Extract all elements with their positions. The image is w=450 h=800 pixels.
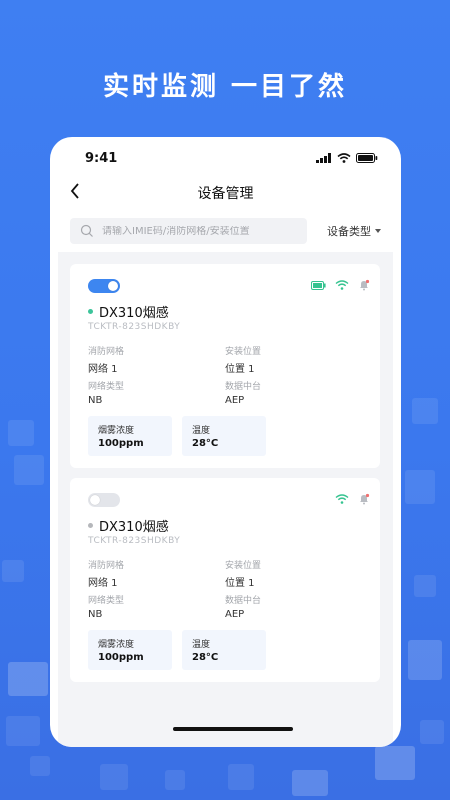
- background-tile: [6, 716, 40, 746]
- field-value-network-type: NB: [88, 395, 103, 406]
- search-input[interactable]: [102, 225, 302, 237]
- offline-status-dot: [88, 523, 93, 528]
- device-enable-toggle[interactable]: [88, 279, 120, 293]
- field-label-fire-grid: 消防网格: [88, 347, 125, 357]
- field-label-network-type: 网络类型: [88, 596, 125, 606]
- field-value-install-location: 位置 1: [225, 578, 255, 589]
- battery-status-icon: [356, 153, 378, 163]
- headline: 实时监测 一目了然: [102, 72, 348, 102]
- metric-smoke-concentration: 烟雾浓度 100ppm: [88, 416, 172, 456]
- field-label-fire-grid: 消防网格: [88, 561, 125, 571]
- metric-temperature: 温度 28°C: [182, 630, 266, 670]
- field-value-data-platform: AEP: [225, 395, 245, 406]
- device-list: DX310烟感 TCKTR-823SHDKBY 消防网格 网络 1 安装位置 位…: [58, 252, 393, 747]
- alarm-bell-icon: [360, 279, 370, 291]
- device-type-filter-label: 设备类型: [327, 225, 371, 238]
- wifi-icon: [335, 494, 349, 504]
- device-code: TCKTR-823SHDKBY: [88, 322, 181, 332]
- caret-down-icon: [375, 229, 381, 233]
- device-name-text: DX310烟感: [99, 306, 169, 321]
- device-enable-toggle[interactable]: [88, 493, 120, 507]
- background-tile: [405, 470, 435, 504]
- background-tile: [2, 560, 24, 582]
- field-value-network-type: NB: [88, 609, 103, 620]
- metric-value: 28°C: [192, 438, 219, 449]
- toggle-knob: [108, 281, 118, 291]
- background-tile: [375, 746, 415, 780]
- status-bar: 9:41: [50, 151, 401, 171]
- metric-label: 烟雾浓度: [98, 426, 135, 436]
- background-tile: [292, 770, 328, 796]
- background-tile: [408, 640, 442, 680]
- battery-icon: [311, 280, 326, 290]
- metric-label: 温度: [192, 426, 211, 436]
- background-tile: [14, 455, 44, 485]
- metric-value: 28°C: [192, 652, 219, 663]
- device-name: DX310烟感: [88, 516, 169, 535]
- field-value-fire-grid: 网络 1: [88, 364, 118, 375]
- background-tile: [30, 756, 50, 776]
- background-tile: [414, 575, 436, 597]
- metric-smoke-concentration: 烟雾浓度 100ppm: [88, 630, 172, 670]
- field-label-data-platform: 数据中台: [225, 382, 262, 392]
- background-tile: [412, 398, 438, 424]
- field-label-install-location: 安装位置: [225, 347, 262, 357]
- nav-bar: 设备管理: [50, 179, 401, 205]
- phone-screen: 9:41 设备管理 请输入IMIE码/消防网格/安装位置 设备类型 DX310烟…: [50, 137, 401, 747]
- search-row: 设备类型: [70, 218, 381, 244]
- device-name-text: DX310烟感: [99, 520, 169, 535]
- field-value-fire-grid: 网络 1: [88, 578, 118, 589]
- online-status-dot: [88, 309, 93, 314]
- device-status-icons: [335, 493, 370, 505]
- wifi-status-icon: [337, 153, 351, 163]
- field-label-data-platform: 数据中台: [225, 596, 262, 606]
- field-label-install-location: 安装位置: [225, 561, 262, 571]
- background-tile: [420, 720, 444, 744]
- metric-temperature: 温度 28°C: [182, 416, 266, 456]
- status-time: 9:41: [85, 151, 118, 166]
- alarm-bell-icon: [360, 493, 370, 505]
- field-value-data-platform: AEP: [225, 609, 245, 620]
- background-tile: [100, 764, 128, 790]
- device-code: TCKTR-823SHDKBY: [88, 536, 181, 546]
- home-indicator: [173, 727, 293, 731]
- page-title: 设备管理: [197, 186, 254, 202]
- field-value-install-location: 位置 1: [225, 364, 255, 375]
- device-name: DX310烟感: [88, 302, 169, 321]
- field-label-network-type: 网络类型: [88, 382, 125, 392]
- cellular-signal-icon: [316, 153, 331, 163]
- search-box[interactable]: [70, 218, 307, 244]
- metric-label: 烟雾浓度: [98, 640, 135, 650]
- toggle-knob: [90, 495, 100, 505]
- metric-value: 100ppm: [98, 438, 144, 449]
- device-status-icons: [311, 279, 370, 291]
- metric-value: 100ppm: [98, 652, 144, 663]
- background-tile: [228, 764, 254, 790]
- device-card[interactable]: DX310烟感 TCKTR-823SHDKBY 消防网格 网络 1 安装位置 位…: [70, 264, 380, 468]
- device-card[interactable]: DX310烟感 TCKTR-823SHDKBY 消防网格 网络 1 安装位置 位…: [70, 478, 380, 682]
- search-icon: [80, 224, 93, 237]
- metric-label: 温度: [192, 640, 211, 650]
- background-tile: [8, 420, 34, 446]
- wifi-icon: [335, 280, 349, 290]
- background-tile: [8, 662, 48, 696]
- background-tile: [165, 770, 185, 790]
- status-icons: [316, 153, 378, 163]
- device-type-filter[interactable]: 设备类型: [327, 223, 381, 239]
